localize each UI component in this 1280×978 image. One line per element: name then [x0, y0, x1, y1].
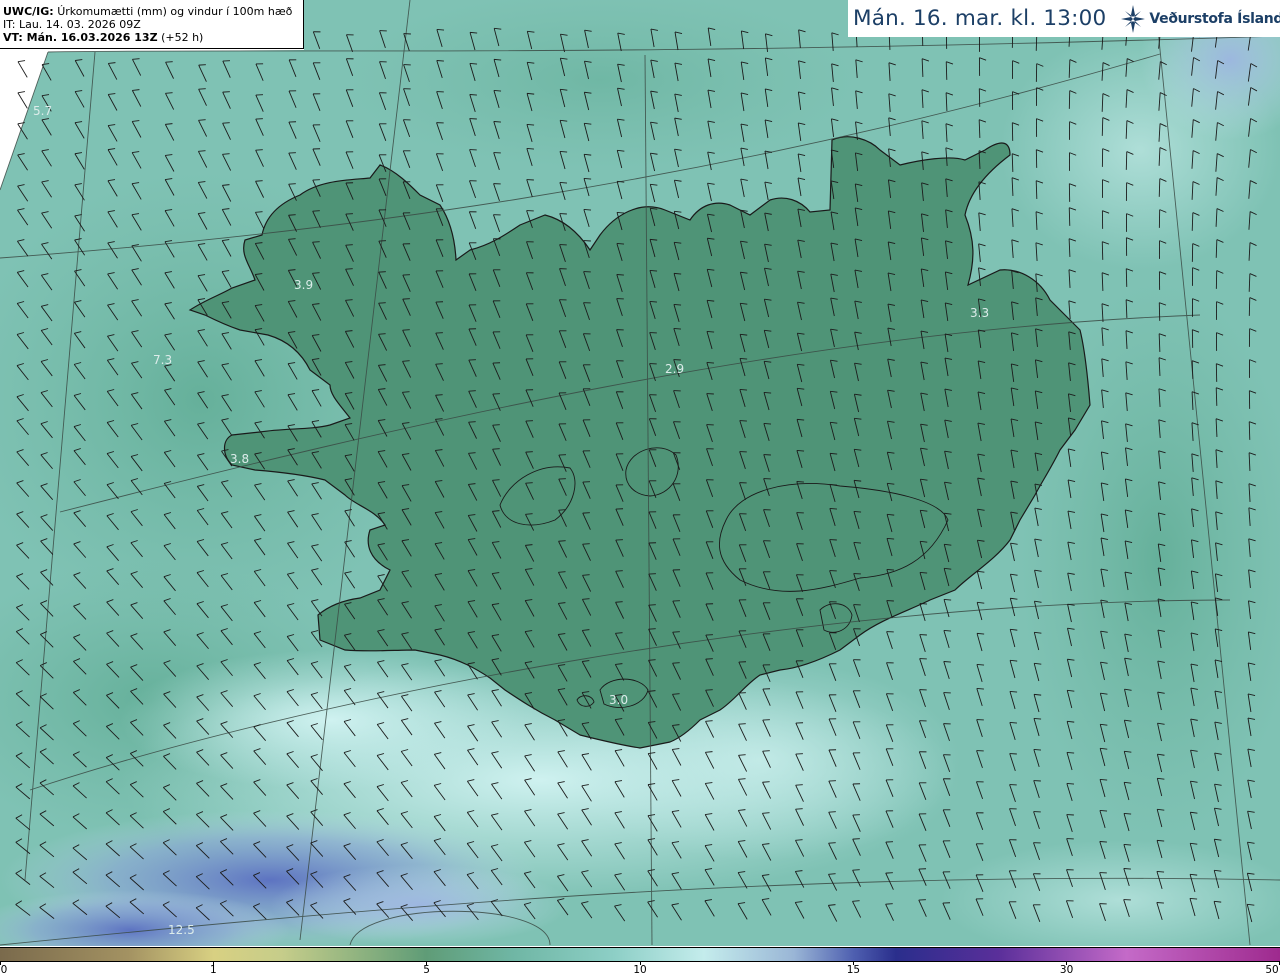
vedurstofa-logo-icon [1121, 4, 1146, 33]
forecast-datetime: Mán. 16. mar. kl. 13:00 [853, 6, 1107, 31]
colorbar-tick-label: 15 [846, 964, 861, 976]
station-value: 3.8 [230, 452, 249, 466]
forecast-info-box: UWC/IG: Úrkomumætti (mm) og vindur í 100… [0, 0, 304, 49]
field-description: Úrkomumætti (mm) og vindur í 100m hæð [57, 5, 293, 18]
brand-name: Veðurstofa Íslands [1149, 10, 1280, 27]
station-value: 5.7 [33, 104, 52, 118]
colorbar-tick-label: 0 [0, 964, 8, 976]
station-value: 3.9 [294, 278, 313, 292]
colorbar-tick-label: 5 [423, 964, 430, 976]
station-value: 3.0 [609, 693, 628, 707]
forecast-offset: (+52 h) [161, 31, 204, 44]
brand: Veðurstofa Íslands [1120, 4, 1280, 34]
forecast-map: 5.7 3.9 7.3 3.8 2.9 3.3 3.0 12.5 [0, 0, 1280, 946]
station-value: 7.3 [153, 353, 172, 367]
date-header: Mán. 16. mar. kl. 13:00 Veðurstofa Íslan… [848, 0, 1280, 37]
station-value: 3.3 [970, 306, 989, 320]
station-value: 12.5 [168, 923, 195, 937]
station-value: 2.9 [665, 362, 684, 376]
valid-time: VT: Mán. 16.03.2026 13Z [3, 31, 158, 44]
colorbar-tick-label: 10 [633, 964, 647, 976]
initial-time: IT: Lau. 14. 03. 2026 09Z [3, 18, 141, 31]
colorbar-tick-label: 1 [210, 964, 217, 976]
model-name: UWC/IG: [3, 5, 54, 18]
colorbar-tick-label: 30 [1059, 964, 1074, 976]
colorbar-tick-label: 50 [1265, 964, 1279, 976]
precip-colorbar [0, 947, 1280, 962]
